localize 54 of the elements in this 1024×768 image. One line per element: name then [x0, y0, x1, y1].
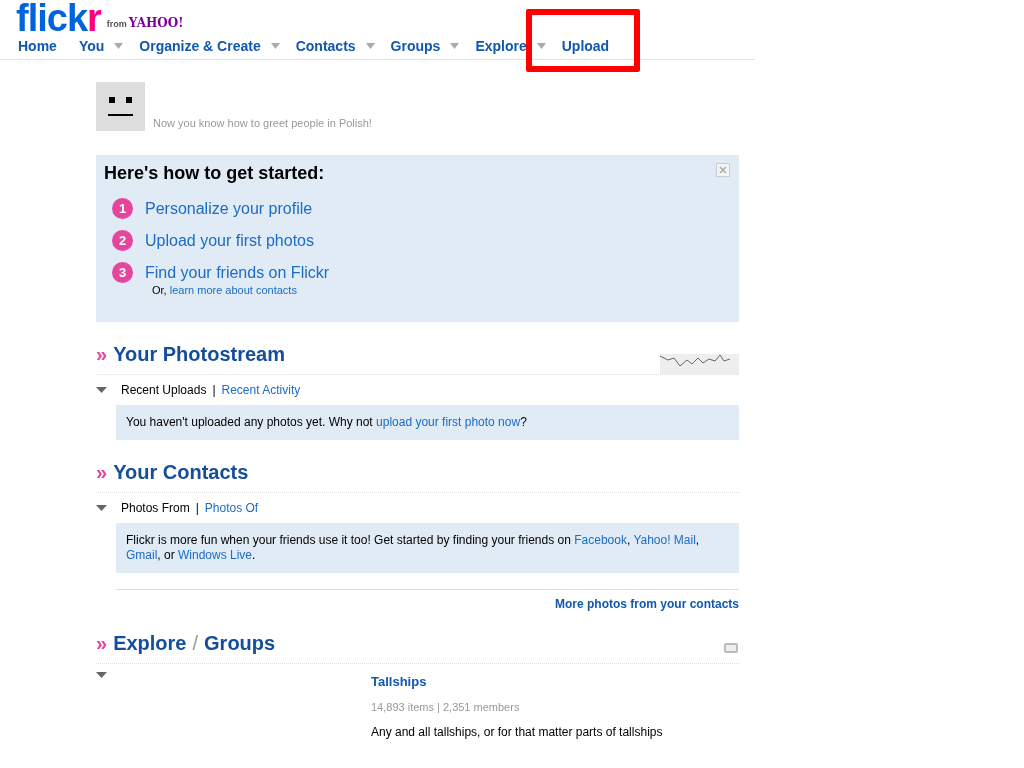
group-description: Any and all tallships, or for that matter parts of tallships	[371, 725, 664, 739]
slideshow-icon[interactable]	[723, 641, 739, 655]
nav-link[interactable]: Home	[16, 38, 63, 54]
collapse-icon[interactable]	[96, 672, 107, 678]
tab-separator: |	[212, 383, 216, 397]
section-tab[interactable]: Recent Uploads	[121, 383, 207, 397]
text-link[interactable]: upload your first photo now	[376, 415, 521, 429]
step-number: 3	[112, 262, 133, 283]
bullet-mark: »	[96, 461, 108, 484]
nav-link[interactable]: Organize & Create	[137, 38, 267, 54]
section-title[interactable]: Your Contacts	[113, 461, 249, 484]
text-link[interactable]: learn more about contacts	[169, 284, 297, 296]
more-link[interactable]: More photos from your contacts	[96, 597, 739, 611]
caret-icon[interactable]	[536, 43, 546, 49]
nav-link[interactable]: Contacts	[293, 38, 362, 54]
caret-icon[interactable]	[450, 43, 460, 49]
title-separator: /	[192, 632, 199, 655]
info-message: You haven't uploaded any photos yet. Why not upload your first photo now?	[116, 405, 739, 440]
nav-link[interactable]: You	[76, 38, 111, 54]
group-name[interactable]: Tallships	[371, 674, 739, 689]
section-title[interactable]: Groups	[204, 632, 276, 655]
section-tab[interactable]: Recent Activity	[221, 383, 301, 397]
caret-icon[interactable]	[365, 43, 375, 49]
step-link[interactable]: Upload your first photos	[145, 231, 314, 250]
bullet-mark: »	[96, 343, 108, 366]
step-link[interactable]: Find your friends on Flickr	[145, 263, 330, 282]
step-number: 2	[112, 230, 133, 251]
nav-link[interactable]: Upload	[559, 38, 616, 54]
group-stats: 14,893 items | 2,351 members	[371, 701, 521, 713]
yahoo-logo: from YAHOO!	[106, 16, 184, 30]
section-title[interactable]: Explore	[113, 632, 187, 655]
step-number: 1	[112, 198, 133, 219]
info-message: Flickr is more fun when your friends use it too! Get started by finding your friends on Facebook, Yahoo! Mail, Gmail, or Windows Live.	[116, 523, 739, 573]
greeting-text: Now you know how to greet people in Polish!	[153, 117, 372, 129]
step-link[interactable]: Personalize your profile	[145, 199, 313, 218]
bullet-mark: »	[96, 632, 108, 655]
text-link[interactable]: Yahoo! Mail	[633, 533, 696, 547]
panel-title: Here's how to get started:	[104, 163, 325, 184]
text-link[interactable]: Facebook	[574, 533, 627, 547]
section-tab[interactable]: Photos From	[121, 501, 190, 515]
caret-icon[interactable]	[270, 43, 280, 49]
collapse-icon[interactable]	[96, 505, 107, 511]
flickr-logo[interactable]: flickr	[16, 2, 101, 34]
nav-link[interactable]: Explore	[473, 38, 533, 54]
caret-icon[interactable]	[114, 43, 124, 49]
tab-separator: |	[195, 501, 199, 515]
buddy-icon	[96, 82, 145, 131]
collapse-icon[interactable]	[96, 387, 107, 393]
contacts-note: Or, learn more about contacts	[152, 284, 298, 296]
text-link[interactable]: Windows Live	[178, 548, 253, 562]
section-title[interactable]: Your Photostream	[113, 343, 285, 366]
section-tab[interactable]: Photos Of	[204, 501, 259, 515]
close-button[interactable]	[716, 163, 730, 177]
nav-link[interactable]: Groups	[388, 38, 447, 54]
